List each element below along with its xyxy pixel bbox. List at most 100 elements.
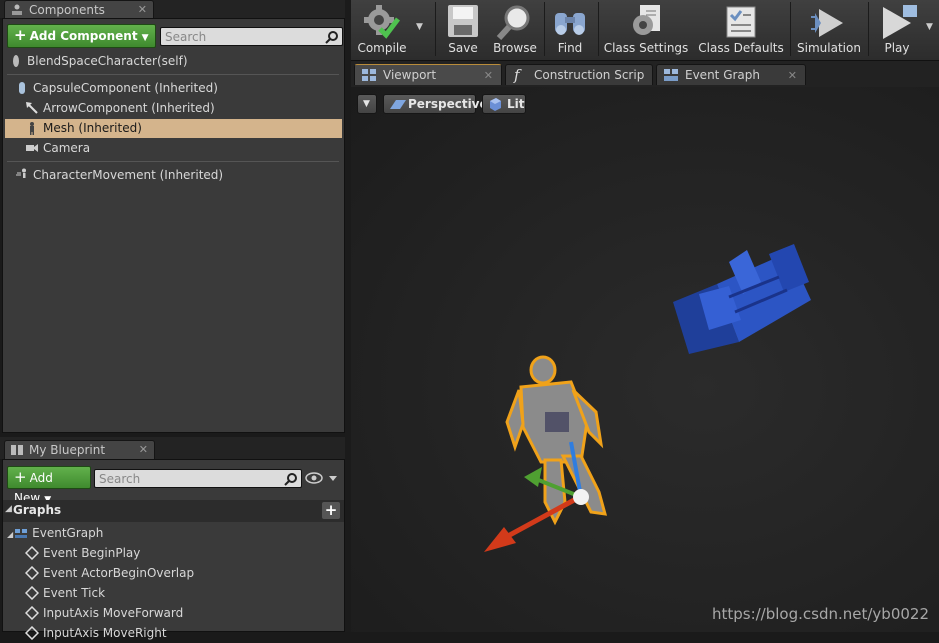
tree-item-label: Event BeginPlay <box>43 546 141 560</box>
perspective-button[interactable]: Perspective <box>383 94 488 114</box>
toolbar-separator <box>790 2 791 56</box>
play-label: Play <box>884 41 910 55</box>
search-icon[interactable] <box>325 30 339 44</box>
simulation-play-icon <box>811 9 843 37</box>
lit-button[interactable]: Lit <box>482 94 526 114</box>
tree-item-camera[interactable]: Camera <box>25 139 90 158</box>
tree-item-label: Event Tick <box>43 586 106 600</box>
event-diamond-icon <box>25 566 39 580</box>
movement-icon <box>16 168 26 178</box>
tree-item-event-tick[interactable]: Event Tick <box>25 584 105 603</box>
play-options-dropdown[interactable]: ▼ <box>923 0 939 60</box>
tree-item-label: CharacterMovement (Inherited) <box>33 168 224 182</box>
tab-event-graph[interactable]: Event Graph ✕ <box>656 64 806 85</box>
close-icon[interactable]: ✕ <box>138 1 147 19</box>
transform-gizmo[interactable] <box>476 437 596 557</box>
tab-components[interactable]: Components ✕ <box>4 0 154 18</box>
magnifier-icon <box>496 5 530 41</box>
add-new-button[interactable]: +Add New▼ <box>7 466 91 505</box>
class-defaults-button[interactable]: Class Defaults <box>696 0 786 60</box>
blueprint-panel: +Add New▼ ◢ Graphs + ◢ EventGraph Event B… <box>2 459 345 640</box>
viewport-options-button[interactable]: ▼ <box>357 94 377 114</box>
save-button[interactable]: Save <box>439 0 487 60</box>
tree-item-character-movement[interactable]: CharacterMovement (Inherited) <box>15 166 223 185</box>
compile-label: Compile <box>357 41 407 55</box>
divider <box>7 161 339 162</box>
blueprint-search-input[interactable] <box>95 470 281 487</box>
tab-construction-script[interactable]: f Construction Scrip <box>505 64 653 85</box>
tree-item-move-right[interactable]: InputAxis MoveRight <box>25 624 167 643</box>
components-search[interactable] <box>160 27 343 46</box>
search-icon[interactable] <box>284 472 298 486</box>
tree-item-event-beginplay[interactable]: Event BeginPlay <box>25 544 140 563</box>
tree-item-event-overlap[interactable]: Event ActorBeginOverlap <box>25 564 194 583</box>
find-button[interactable]: Find <box>548 0 592 60</box>
add-graph-button[interactable]: + <box>322 502 340 519</box>
perspective-cube-icon <box>390 100 406 109</box>
function-icon: f <box>514 66 520 84</box>
add-component-button[interactable]: + Add Component ▼ <box>7 24 156 48</box>
close-icon[interactable]: ✕ <box>484 65 493 86</box>
graphs-section-header[interactable]: ◢ Graphs + <box>3 500 344 522</box>
compile-gear-icon <box>364 5 400 39</box>
tree-item-move-forward[interactable]: InputAxis MoveForward <box>25 604 183 623</box>
tree-item-label: BlendSpaceCharacter(self) <box>27 54 188 68</box>
tab-components-label: Components <box>29 3 105 17</box>
viewport-grid-icon <box>362 69 376 81</box>
simulation-label: Simulation <box>797 41 861 55</box>
add-component-label: Add Component <box>29 29 138 43</box>
tab-viewport[interactable]: Viewport ✕ <box>354 64 502 85</box>
graph-icon <box>15 529 28 538</box>
browse-label: Browse <box>493 41 537 55</box>
save-disk-icon <box>448 5 478 37</box>
tree-item-event-graph[interactable]: ◢ EventGraph <box>7 524 103 543</box>
class-settings-gear-icon <box>633 5 660 35</box>
skeletal-mesh-icon <box>30 122 34 135</box>
components-search-input[interactable] <box>161 28 322 45</box>
graphs-section-label: Graphs <box>13 503 62 517</box>
tab-my-blueprint[interactable]: My Blueprint ✕ <box>4 440 155 459</box>
eye-icon[interactable] <box>305 471 339 485</box>
blueprint-search[interactable] <box>94 469 302 488</box>
tree-item-mesh[interactable]: Mesh (Inherited) <box>25 119 142 138</box>
compile-options-dropdown[interactable]: ▼ <box>413 0 429 60</box>
toolbar-separator <box>435 2 436 56</box>
divider <box>7 74 339 75</box>
tree-item-label: Event ActorBeginOverlap <box>43 566 195 580</box>
event-diamond-icon <box>25 626 39 640</box>
level-viewport[interactable]: ▼ Perspective Lit https://blog.csdn.net/… <box>351 87 939 632</box>
compile-button[interactable]: Compile <box>351 0 413 60</box>
browse-button[interactable]: Browse <box>490 0 540 60</box>
binoculars-icon <box>555 13 585 35</box>
toolbar-separator <box>544 2 545 56</box>
toolbar-separator <box>868 2 869 56</box>
blueprint-book-icon <box>11 445 23 455</box>
collapse-arrow-icon: ◢ <box>5 504 12 514</box>
viewport-chair-object[interactable] <box>669 242 814 357</box>
play-button[interactable]: Play <box>872 0 922 60</box>
tree-item-label: Mesh (Inherited) <box>43 121 142 135</box>
close-icon[interactable]: ✕ <box>139 441 148 459</box>
camera-icon <box>26 144 38 152</box>
tree-item-self[interactable]: BlendSpaceCharacter(self) <box>9 52 188 71</box>
lit-label: Lit <box>507 97 525 111</box>
plus-icon: + <box>14 468 27 486</box>
event-graph-icon <box>664 69 678 81</box>
tree-item-arrow[interactable]: ArrowComponent (Inherited) <box>25 99 215 118</box>
class-settings-button[interactable]: Class Settings <box>602 0 690 60</box>
close-icon[interactable]: ✕ <box>788 65 797 86</box>
tab-event-graph-label: Event Graph <box>685 68 760 82</box>
tree-item-label: CapsuleComponent (Inherited) <box>33 81 218 95</box>
plus-icon: + <box>14 26 27 44</box>
components-icon <box>12 4 22 15</box>
class-defaults-label: Class Defaults <box>698 41 784 55</box>
chevron-down-icon: ▼ <box>926 22 933 32</box>
event-diamond-icon <box>25 546 39 560</box>
simulation-button[interactable]: Simulation <box>794 0 864 60</box>
play-icon <box>883 5 917 39</box>
chevron-down-icon: ▼ <box>416 22 423 32</box>
tree-item-capsule[interactable]: CapsuleComponent (Inherited) <box>15 79 218 98</box>
tree-item-label: ArrowComponent (Inherited) <box>43 101 215 115</box>
tab-construction-script-label: Construction Scrip <box>534 68 645 82</box>
toolbar-separator <box>598 2 599 56</box>
